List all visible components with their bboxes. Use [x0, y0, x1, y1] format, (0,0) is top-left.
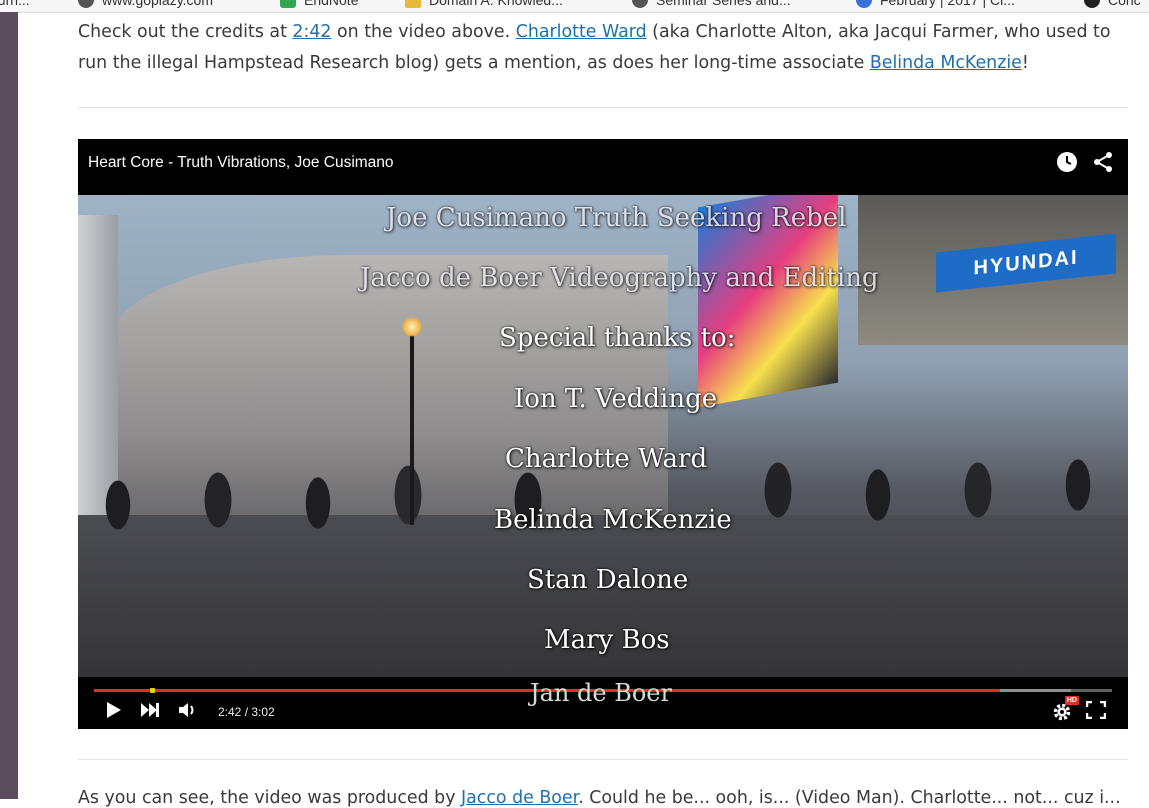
volume-icon[interactable] — [178, 701, 198, 724]
settings-button[interactable]: HD — [1052, 696, 1079, 722]
bookmarks-bar: ourn... www.goplazy.com EndNote Domain A… — [0, 0, 1149, 13]
bookmark-item[interactable]: EndNote — [280, 0, 358, 8]
watch-later-clock-icon[interactable] — [1056, 151, 1078, 178]
hd-badge: HD — [1064, 696, 1079, 705]
credit-line: Joe Cusimano Truth Seeking Rebel — [386, 203, 847, 233]
credit-line: Belinda McKenzie — [494, 505, 732, 535]
bookmark-item[interactable]: Domain A: Knowled... — [405, 0, 563, 8]
chapter-marker — [150, 688, 155, 693]
globe-icon — [1084, 0, 1100, 8]
left-sidebar-strip — [0, 12, 18, 799]
bookmark-label: EndNote — [304, 0, 359, 8]
globe-icon — [632, 0, 648, 8]
text-span: Check out the credits at — [78, 22, 293, 42]
video-title[interactable]: Heart Core - Truth Vibrations, Joe Cusim… — [88, 154, 394, 172]
bookmark-item[interactable]: February | 2017 | Cl... — [856, 0, 1015, 8]
credit-line: Charlotte Ward — [505, 444, 708, 474]
divider — [78, 759, 1128, 760]
text-span: As you can see, the video was produced b… — [78, 788, 462, 808]
video-controls: Jan de Boer 2:42 / 3:02 HD — [78, 677, 1128, 729]
video-title-bar: Heart Core - Truth Vibrations, Joe Cusim… — [78, 139, 1128, 195]
jacco-de-boer-link[interactable]: Jacco de Boer — [461, 788, 578, 808]
video-credits: Joe Cusimano Truth Seeking Rebel Jacco d… — [78, 195, 1128, 677]
globe-icon — [78, 0, 94, 8]
folder-icon — [405, 0, 421, 8]
article-paragraph: Check out the credits at 2:42 on the vid… — [78, 17, 1128, 79]
bookmark-item[interactable]: Seminar Series and... — [632, 0, 791, 8]
credit-line: Ion T. Veddinge — [514, 384, 718, 414]
next-icon[interactable] — [140, 702, 160, 723]
credit-line: Stan Dalone — [527, 565, 689, 595]
article-paragraph: As you can see, the video was produced b… — [78, 788, 1128, 808]
share-icon[interactable] — [1092, 151, 1114, 178]
divider — [78, 107, 1128, 108]
video-timecode: 2:42 / 3:02 — [218, 705, 275, 719]
gear-icon — [1053, 703, 1071, 721]
credit-line: Jacco de Boer Videography and Editing — [360, 263, 879, 293]
text-span: ! — [1021, 53, 1029, 73]
charlotte-ward-link[interactable]: Charlotte Ward — [516, 22, 647, 42]
bookmark-label: www.goplazy.com — [102, 0, 214, 8]
bookmark-label: Domain A: Knowled... — [429, 0, 563, 8]
bookmark-item[interactable]: ourn... — [0, 0, 30, 8]
bookmark-label: Conc — [1108, 0, 1141, 8]
bookmark-label: Seminar Series and... — [656, 0, 791, 8]
bookmark-label: February | 2017 | Cl... — [880, 0, 1015, 8]
timestamp-link[interactable]: 2:42 — [292, 22, 331, 42]
wordpress-icon — [856, 0, 872, 8]
credit-line: Special thanks to: — [499, 323, 736, 353]
text-span: . Could he be... ooh, is... (Video Man).… — [578, 788, 1121, 808]
fullscreen-icon[interactable] — [1085, 700, 1107, 724]
bookmark-label: ourn... — [0, 0, 30, 8]
bookmark-item[interactable]: www.goplazy.com — [78, 0, 213, 8]
credit-line: Mary Bos — [544, 625, 670, 655]
bookmark-item[interactable]: Conc — [1084, 0, 1141, 8]
video-player[interactable]: Heart Core - Truth Vibrations, Joe Cusim… — [78, 139, 1128, 729]
endnote-icon — [280, 0, 296, 8]
play-icon[interactable] — [106, 701, 122, 724]
belinda-mckenzie-link[interactable]: Belinda McKenzie — [870, 53, 1022, 73]
text-span: on the video above. — [331, 22, 516, 42]
video-frame[interactable]: HYUNDAI Joe Cusimano Truth Seeking Rebel… — [78, 195, 1128, 677]
